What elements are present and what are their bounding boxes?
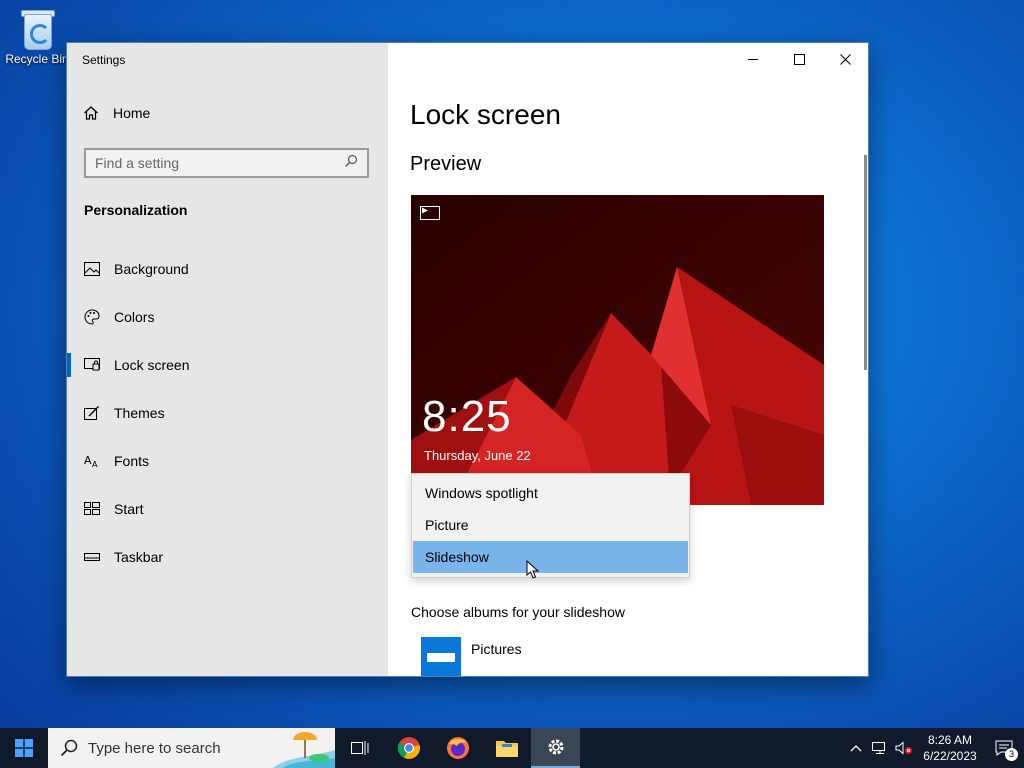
scrollbar[interactable]	[864, 155, 867, 370]
chrome-button[interactable]	[384, 728, 433, 768]
home-label: Home	[113, 105, 151, 121]
maximize-button[interactable]	[776, 43, 822, 75]
search-highlight-illustration-icon	[273, 728, 335, 768]
task-view-button[interactable]	[335, 728, 384, 768]
lock-screen-icon	[84, 357, 100, 373]
nav-item-themes[interactable]: Themes	[67, 389, 388, 437]
volume-muted-icon	[895, 741, 912, 755]
nav-item-label: Taskbar	[114, 549, 164, 565]
slideshow-icon	[420, 206, 440, 220]
background-icon	[84, 261, 100, 277]
chrome-icon	[397, 737, 420, 759]
nav-item-fonts[interactable]: AA Fonts	[67, 437, 388, 485]
nav-item-label: Lock screen	[114, 357, 190, 373]
action-center-button[interactable]: 3	[984, 728, 1024, 768]
content-pane: Lock screen Preview 8:25 Thursday, June …	[388, 43, 868, 676]
system-tray: 8:26 AM 6/22/2023 3	[844, 728, 1024, 768]
search-icon	[344, 154, 358, 173]
firefox-icon	[446, 737, 469, 759]
nav-item-lock-screen[interactable]: Lock screen	[67, 341, 388, 389]
close-button[interactable]	[822, 43, 868, 75]
nav-home-link[interactable]: Home	[83, 105, 150, 121]
search-icon	[60, 739, 78, 757]
find-setting-input[interactable]	[95, 155, 325, 171]
minimize-button[interactable]	[730, 43, 776, 75]
themes-icon	[84, 405, 100, 421]
svg-text:A: A	[92, 460, 98, 468]
close-icon	[839, 53, 851, 65]
chevron-up-icon	[850, 745, 862, 752]
file-explorer-icon	[495, 741, 518, 757]
volume-button[interactable]	[892, 728, 916, 768]
task-view-icon	[350, 741, 368, 755]
network-icon	[872, 742, 885, 754]
app-title: Settings	[82, 53, 126, 67]
nav-item-label: Colors	[114, 309, 155, 325]
taskbar: Type here to search 8:26 AM 6/22/2023 3	[0, 728, 1024, 768]
maximize-icon	[793, 53, 805, 65]
settings-window: Settings Home Personalization Background	[67, 43, 868, 676]
nav-item-label: Fonts	[114, 453, 150, 469]
taskbar-clock[interactable]: 8:26 AM 6/22/2023	[916, 732, 984, 764]
album-pictures[interactable]: Pictures	[421, 637, 522, 676]
show-hidden-icons-button[interactable]	[844, 728, 868, 768]
album-folder-icon	[421, 637, 461, 676]
notification-count-badge: 3	[1005, 748, 1018, 761]
taskbar-search-box[interactable]: Type here to search	[48, 728, 335, 768]
settings-taskbar-button[interactable]	[531, 728, 580, 768]
find-setting-search[interactable]	[84, 148, 369, 178]
albums-label: Choose albums for your slideshow	[411, 604, 625, 620]
nav-list: Background Colors Lock screen Themes A A…	[67, 245, 388, 581]
svg-text:A: A	[84, 454, 92, 467]
preview-heading: Preview	[410, 153, 482, 175]
nav-item-start[interactable]: Start	[67, 485, 388, 533]
page-title: Lock screen	[410, 99, 561, 130]
file-explorer-button[interactable]	[482, 728, 531, 768]
firefox-button[interactable]	[433, 728, 482, 768]
minimize-icon	[747, 58, 758, 60]
recycle-bin-icon	[18, 6, 56, 50]
settings-icon	[548, 739, 563, 755]
preview-time: 8:25	[422, 392, 512, 441]
mouse-cursor-icon	[526, 560, 540, 579]
start-icon	[84, 501, 100, 517]
nav-item-label: Background	[114, 261, 189, 277]
dropdown-option-slideshow[interactable]: Slideshow	[413, 541, 688, 573]
lock-screen-preview: 8:25 Thursday, June 22	[411, 195, 824, 505]
windows-logo-icon	[15, 739, 33, 757]
taskbar-icon	[84, 549, 100, 565]
nav-item-taskbar[interactable]: Taskbar	[67, 533, 388, 581]
section-title: Personalization	[84, 202, 188, 218]
nav-item-label: Start	[114, 501, 144, 517]
background-dropdown-list[interactable]: Windows spotlight Picture Slideshow	[411, 473, 690, 579]
nav-pane: Settings Home Personalization Background	[67, 43, 388, 676]
recycle-bin-label: Recycle Bin	[5, 52, 69, 66]
nav-item-label: Themes	[114, 405, 165, 421]
dropdown-option-windows-spotlight[interactable]: Windows spotlight	[413, 477, 688, 509]
taskbar-date: 6/22/2023	[923, 749, 977, 763]
fonts-icon: AA	[84, 453, 100, 469]
taskbar-search-placeholder: Type here to search	[88, 739, 221, 757]
preview-date: Thursday, June 22	[424, 448, 531, 463]
palette-icon	[84, 309, 100, 325]
taskbar-time: 8:26 AM	[927, 733, 973, 747]
network-button[interactable]	[868, 728, 892, 768]
album-name: Pictures	[471, 641, 522, 657]
start-button[interactable]	[0, 728, 48, 768]
nav-item-colors[interactable]: Colors	[67, 293, 388, 341]
nav-item-background[interactable]: Background	[67, 245, 388, 293]
home-icon	[83, 105, 99, 121]
dropdown-option-picture[interactable]: Picture	[413, 509, 688, 541]
recycle-bin-shortcut[interactable]: Recycle Bin	[4, 6, 70, 66]
